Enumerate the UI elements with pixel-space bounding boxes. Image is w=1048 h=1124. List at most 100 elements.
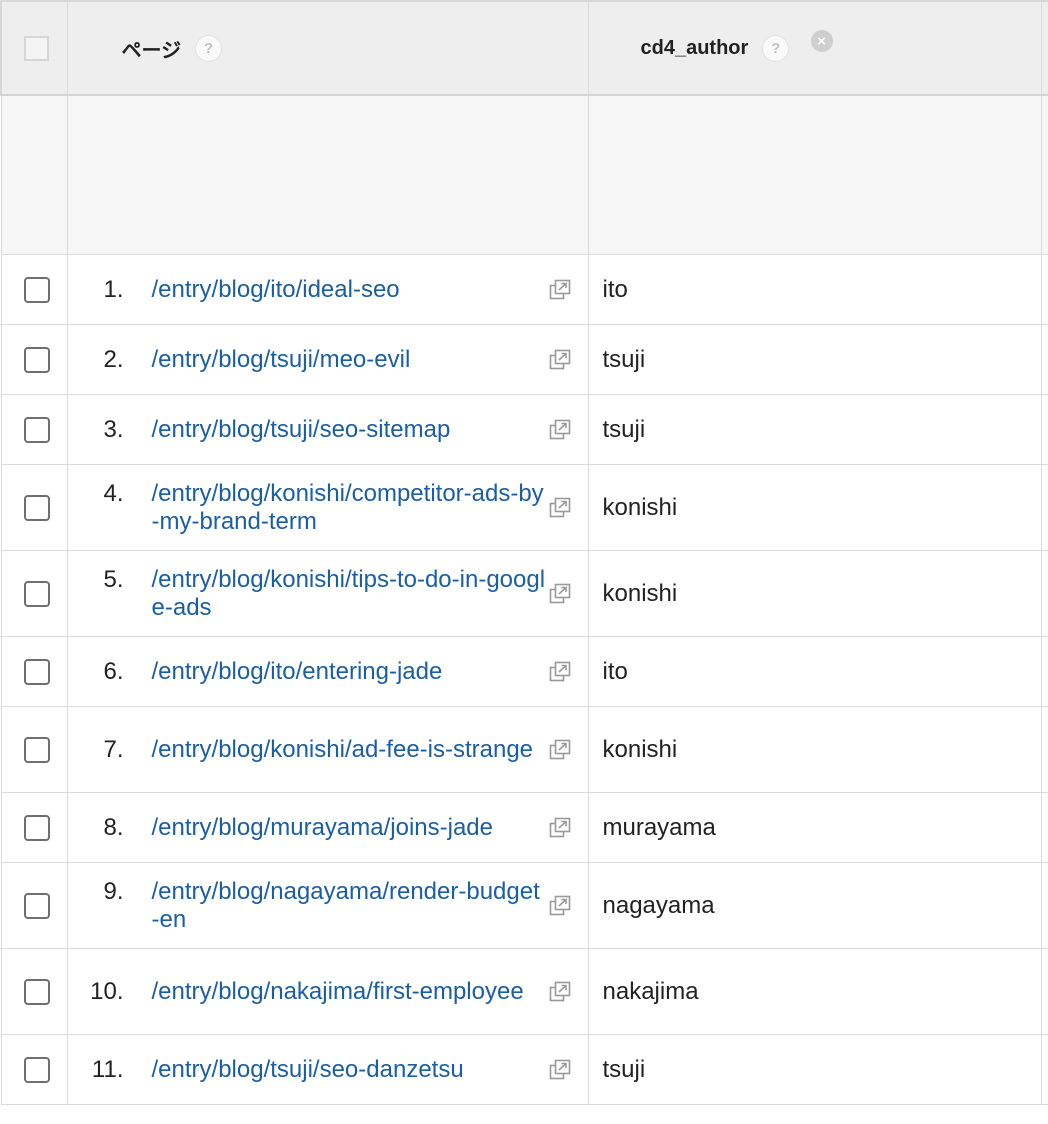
- summary-cell: [66, 94, 589, 255]
- page-cell: 10. /entry/blog/nakajima/first-employee: [66, 948, 589, 1035]
- row-edge-cell: [1040, 324, 1048, 395]
- author-column-header[interactable]: cd4_author ? ×: [587, 0, 1042, 96]
- row-select-cell: [0, 706, 68, 793]
- row-select-cell: [0, 636, 68, 707]
- row-select-cell: [0, 948, 68, 1035]
- row-edge-cell: [1040, 394, 1048, 465]
- page-link[interactable]: /entry/blog/tsuji/seo-danzetsu: [152, 1056, 546, 1084]
- page-link[interactable]: /entry/blog/konishi/competitor-ads-by-my…: [152, 480, 546, 536]
- page-cell: 2. /entry/blog/tsuji/meo-evil: [66, 324, 589, 395]
- row-edge-cell: [1040, 464, 1048, 551]
- table-row: 5. /entry/blog/konishi/tips-to-do-in-goo…: [0, 550, 1048, 637]
- header-edge-cell: [1040, 0, 1048, 96]
- author-cell: konishi: [587, 706, 1042, 793]
- row-edge-cell: [1040, 636, 1048, 707]
- table-row: 11. /entry/blog/tsuji/seo-danzetsu tsuji: [0, 1034, 1048, 1105]
- select-all-cell: [0, 0, 68, 96]
- page-cell: 8. /entry/blog/murayama/joins-jade: [66, 792, 589, 863]
- row-checkbox[interactable]: [23, 892, 50, 919]
- page-column-label: ページ: [121, 39, 182, 62]
- page-link[interactable]: /entry/blog/nagayama/render-budget-en: [152, 878, 546, 934]
- select-all-checkbox[interactable]: [24, 35, 49, 61]
- row-checkbox[interactable]: [23, 658, 50, 685]
- row-select-cell: [0, 394, 68, 465]
- table-row: 4. /entry/blog/konishi/competitor-ads-by…: [0, 464, 1048, 551]
- external-link-icon[interactable]: [548, 418, 572, 442]
- row-number: 3.: [103, 415, 124, 443]
- external-link-icon[interactable]: [548, 582, 572, 606]
- page-link[interactable]: /entry/blog/tsuji/seo-sitemap: [152, 416, 546, 444]
- row-select-cell: [0, 792, 68, 863]
- external-link-icon[interactable]: [548, 894, 572, 918]
- author-cell: ito: [587, 636, 1042, 707]
- page-link[interactable]: /entry/blog/ito/entering-jade: [152, 658, 546, 686]
- row-edge-cell: [1040, 254, 1048, 325]
- page-link[interactable]: /entry/blog/tsuji/meo-evil: [152, 346, 546, 374]
- table-row: 8. /entry/blog/murayama/joins-jade muray…: [0, 792, 1048, 863]
- row-number: 5.: [103, 565, 124, 593]
- external-link-icon[interactable]: [548, 660, 572, 684]
- row-edge-cell: [1040, 550, 1048, 637]
- row-number: 8.: [103, 813, 124, 841]
- row-select-cell: [0, 1034, 68, 1105]
- external-link-icon[interactable]: [548, 278, 572, 302]
- page-cell: 6. /entry/blog/ito/entering-jade: [66, 636, 589, 707]
- help-icon[interactable]: ?: [195, 34, 223, 62]
- help-icon[interactable]: ?: [762, 34, 790, 62]
- table-row: 6. /entry/blog/ito/entering-jade ito: [0, 636, 1048, 707]
- external-link-icon[interactable]: [548, 980, 572, 1004]
- row-checkbox[interactable]: [23, 276, 50, 303]
- row-edge-cell: [1040, 706, 1048, 793]
- page-link[interactable]: /entry/blog/murayama/joins-jade: [152, 814, 546, 842]
- author-cell: konishi: [587, 550, 1042, 637]
- page-link[interactable]: /entry/blog/konishi/tips-to-do-in-google…: [152, 566, 546, 622]
- page-cell: 9. /entry/blog/nagayama/render-budget-en: [66, 862, 589, 949]
- row-checkbox[interactable]: [23, 346, 50, 373]
- row-number: 11.: [91, 1055, 124, 1083]
- external-link-icon[interactable]: [548, 816, 572, 840]
- page-link[interactable]: /entry/blog/nakajima/first-employee: [152, 978, 546, 1006]
- row-select-cell: [0, 550, 68, 637]
- report-table-container: ページ ? cd4_author ? × 1. /entry/blog/ito/…: [0, 0, 1048, 1124]
- row-checkbox[interactable]: [23, 814, 50, 841]
- row-number: 1.: [103, 275, 124, 303]
- row-checkbox[interactable]: [23, 416, 50, 443]
- author-cell: nakajima: [587, 948, 1042, 1035]
- page-cell: 5. /entry/blog/konishi/tips-to-do-in-goo…: [66, 550, 589, 637]
- row-number: 4.: [103, 479, 124, 507]
- table-header-row: ページ ? cd4_author ? ×: [0, 0, 1048, 96]
- row-edge-cell: [1040, 1034, 1048, 1105]
- external-link-icon[interactable]: [548, 1058, 572, 1082]
- external-link-icon[interactable]: [548, 496, 572, 520]
- page-cell: 11. /entry/blog/tsuji/seo-danzetsu: [66, 1034, 589, 1105]
- row-number: 9.: [103, 877, 124, 905]
- report-table: ページ ? cd4_author ? × 1. /entry/blog/ito/…: [0, 0, 1048, 1105]
- row-checkbox[interactable]: [23, 494, 50, 521]
- table-row: 7. /entry/blog/konishi/ad-fee-is-strange…: [0, 706, 1048, 793]
- row-number: 10.: [90, 977, 124, 1005]
- row-number: 2.: [103, 345, 124, 373]
- row-checkbox[interactable]: [23, 1056, 50, 1083]
- row-checkbox[interactable]: [23, 978, 50, 1005]
- summary-cell: [1040, 94, 1048, 255]
- page-column-header[interactable]: ページ ?: [66, 0, 589, 96]
- row-checkbox[interactable]: [23, 736, 50, 763]
- page-link[interactable]: /entry/blog/konishi/ad-fee-is-strange: [152, 736, 546, 764]
- summary-cell: [0, 94, 68, 255]
- page-cell: 3. /entry/blog/tsuji/seo-sitemap: [66, 394, 589, 465]
- external-link-icon[interactable]: [548, 348, 572, 372]
- row-select-cell: [0, 464, 68, 551]
- remove-dimension-icon[interactable]: ×: [810, 30, 833, 52]
- table-row: 9. /entry/blog/nagayama/render-budget-en…: [0, 862, 1048, 949]
- summary-cell: [587, 94, 1042, 255]
- row-select-cell: [0, 862, 68, 949]
- table-row: 3. /entry/blog/tsuji/seo-sitemap tsuji: [0, 394, 1048, 465]
- row-edge-cell: [1040, 862, 1048, 949]
- author-cell: konishi: [587, 464, 1042, 551]
- external-link-icon[interactable]: [548, 738, 572, 762]
- page-link[interactable]: /entry/blog/ito/ideal-seo: [152, 276, 546, 304]
- author-cell: murayama: [587, 792, 1042, 863]
- page-cell: 4. /entry/blog/konishi/competitor-ads-by…: [66, 464, 589, 551]
- author-column-label: cd4_author: [640, 36, 749, 59]
- row-checkbox[interactable]: [23, 580, 50, 607]
